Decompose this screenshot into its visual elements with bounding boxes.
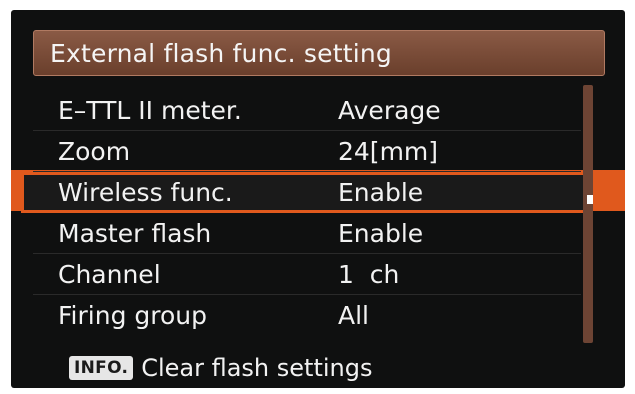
menu-item-label: E–TTL II meter. [58,95,242,125]
menu-item-master-flash[interactable]: Master flash Enable [33,213,581,254]
menu-item-label: Zoom [58,136,131,166]
camera-screen: External flash func. setting E–TTL II me… [11,10,625,388]
menu-item-channel[interactable]: Channel 1 ch [33,254,581,295]
menu-item-value: Average [338,95,441,125]
menu-item-value: All [338,301,369,330]
footer-action-text: Clear flash settings [141,354,373,382]
menu-item-zoom[interactable]: Zoom 24[mm] [33,131,581,172]
scrollbar-track[interactable] [583,85,593,343]
menu-item-label: Wireless func. [58,178,233,207]
menu-title-bar: External flash func. setting [33,30,605,76]
menu-item-label: Firing group [58,301,207,330]
menu-item-firing-group[interactable]: Firing group All [33,295,581,336]
menu-item-value: 24[mm] [338,136,439,166]
menu-item-ettl-meter[interactable]: E–TTL II meter. Average [33,90,581,131]
scrollbar-thumb[interactable] [587,195,593,204]
menu-item-label: Master flash [58,218,212,248]
menu-item-value: Enable [338,218,424,248]
menu-title: External flash func. setting [50,38,392,68]
menu-item-label: Channel [58,259,161,289]
info-button[interactable]: INFO. [69,356,134,380]
footer-hint: INFO. Clear flash settings [69,354,372,382]
settings-list: E–TTL II meter. Average Zoom 24[mm] Wire… [21,90,586,336]
menu-item-value: Enable [338,178,424,207]
menu-item-value: 1 ch [338,259,400,289]
menu-item-wireless-func[interactable]: Wireless func. Enable [21,172,586,213]
